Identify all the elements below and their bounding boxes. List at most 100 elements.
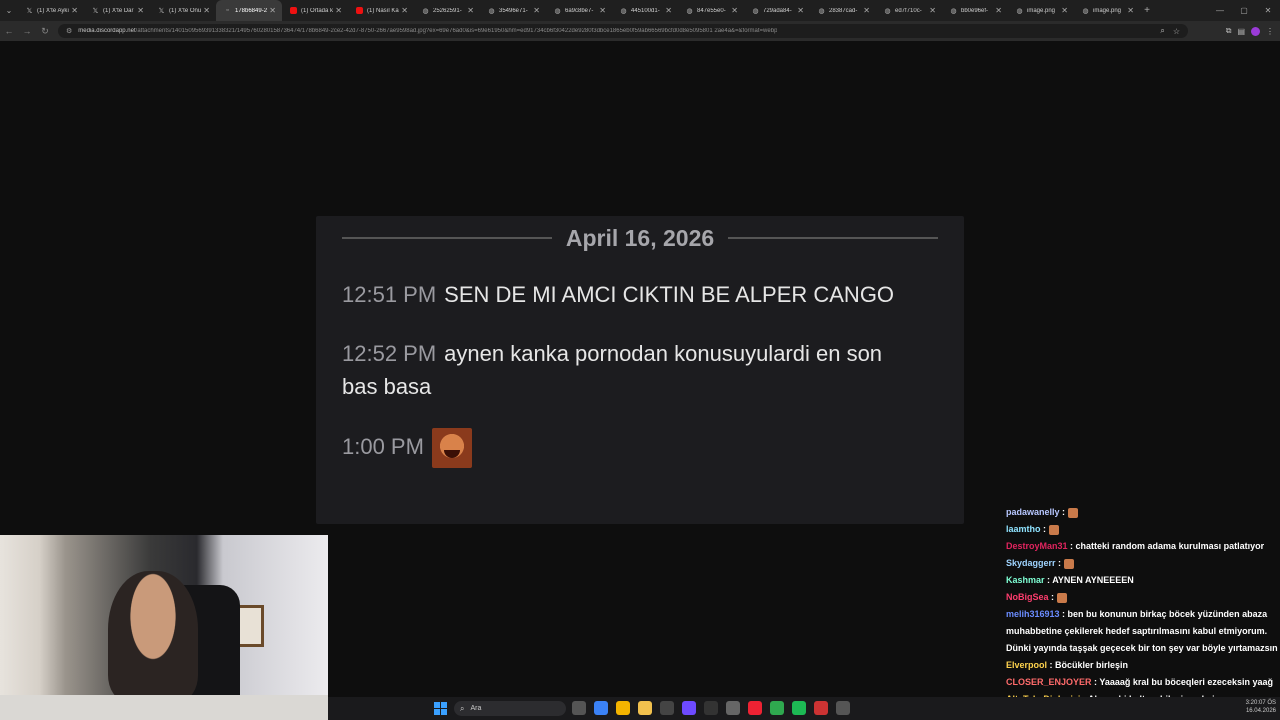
close-tab-icon[interactable]: ✕ <box>731 6 738 15</box>
back-icon[interactable]: ← <box>0 26 18 36</box>
chat-text: AYNEN AYNEEEEN <box>1052 575 1134 585</box>
browser-tab[interactable]: ◍ 35496e71- ✕ <box>480 0 546 21</box>
copilot-icon[interactable] <box>594 701 608 715</box>
tab-title: ed7f710c- <box>895 7 922 14</box>
close-tab-icon[interactable]: ✕ <box>995 6 1002 15</box>
app-icon[interactable] <box>748 701 762 715</box>
minimize-icon[interactable]: — <box>1208 0 1232 21</box>
globe-icon: ◍ <box>1082 7 1089 15</box>
globe-icon: ◍ <box>884 7 891 15</box>
close-window-icon[interactable]: ✕ <box>1256 0 1280 21</box>
browser-tab[interactable]: (1) Nasıl Ka ✕ <box>348 0 414 21</box>
browser-tab[interactable]: ◍ 847e55e0- ✕ <box>678 0 744 21</box>
close-tab-icon[interactable]: ✕ <box>335 6 342 15</box>
chat-username[interactable]: CLOSER_ENJOYER <box>1006 677 1092 687</box>
taskbar-apps <box>572 701 850 715</box>
chrome-icon[interactable] <box>616 701 630 715</box>
close-tab-icon[interactable]: ✕ <box>269 6 276 15</box>
browser-tab[interactable]: ◍ ed7f710c- ✕ <box>876 0 942 21</box>
app-icon[interactable] <box>726 701 740 715</box>
x-logo-icon: 𝕏 <box>158 7 165 15</box>
chat-username[interactable]: laamtho <box>1006 524 1041 534</box>
bookmark-star-icon[interactable]: ☆ <box>1173 27 1180 36</box>
browser-tab[interactable]: ◍ 445100d1- ✕ <box>612 0 678 21</box>
close-tab-icon[interactable]: ✕ <box>533 6 540 15</box>
taskbar-search[interactable]: ⌕ Ara <box>454 701 566 716</box>
close-tab-icon[interactable]: ✕ <box>797 6 804 15</box>
browser-tab[interactable]: 𝕏 (1) X'te Onu ✕ <box>150 0 216 21</box>
close-tab-icon[interactable]: ✕ <box>71 6 78 15</box>
date-label: April 16, 2026 <box>565 224 715 251</box>
close-tab-icon[interactable]: ✕ <box>1061 6 1068 15</box>
close-tab-icon[interactable]: ✕ <box>203 6 210 15</box>
menu-icon[interactable]: ⋮ <box>1266 27 1274 36</box>
globe-icon: ◍ <box>620 7 627 15</box>
chat-username[interactable]: melih316913 <box>1006 609 1060 619</box>
browser-tab[interactable]: ◍ 25262591- ✕ <box>414 0 480 21</box>
browser-tab[interactable]: ▫ 178b6849-2c ✕ <box>216 0 282 21</box>
chat-username[interactable]: padawanelly <box>1006 507 1060 517</box>
extension-icon[interactable]: ▤ <box>1237 27 1245 36</box>
message-text-line2: bas basa <box>342 374 432 399</box>
chat-message: Skydaggerr : <box>1006 555 1278 572</box>
browser-tab[interactable]: ◍ 6a9c8be7- ✕ <box>546 0 612 21</box>
globe-icon: ◍ <box>1016 7 1023 15</box>
close-tab-icon[interactable]: ✕ <box>665 6 672 15</box>
app-icon[interactable] <box>836 701 850 715</box>
tab-title: 729ada84- <box>763 7 792 14</box>
x-logo-icon: 𝕏 <box>92 7 99 15</box>
browser-tab[interactable]: ◍ bb0e96ef- ✕ <box>942 0 1008 21</box>
chat-message: DestroyMan31 : chatteki random adama kur… <box>1006 541 1265 551</box>
close-tab-icon[interactable]: ✕ <box>401 6 408 15</box>
tab-title: (1) X'te Dar <box>103 7 134 14</box>
browser-tab[interactable]: 𝕏 (1) X'te Aykı ✕ <box>18 0 84 21</box>
app-icon[interactable] <box>660 701 674 715</box>
profile-avatar[interactable] <box>1251 26 1260 36</box>
chat-username[interactable]: Kashmar <box>1006 575 1045 585</box>
chat-username[interactable]: Elverpool <box>1006 660 1047 670</box>
globe-icon: ◍ <box>686 7 693 15</box>
browser-tab[interactable]: (1) Ortada k ✕ <box>282 0 348 21</box>
chat-message: NoBigSea : <box>1006 589 1278 606</box>
maximize-icon[interactable]: ▢ <box>1232 0 1256 21</box>
close-tab-icon[interactable]: ✕ <box>137 6 144 15</box>
browser-tab[interactable]: ◍ 729ada84- ✕ <box>744 0 810 21</box>
browser-tab[interactable]: ◍ image.png ✕ <box>1008 0 1074 21</box>
app-icon[interactable] <box>704 701 718 715</box>
message-time: 12:51 PM <box>342 282 437 307</box>
whatsapp-icon[interactable] <box>770 701 784 715</box>
tab-title: (1) Ortada k <box>301 7 334 14</box>
forward-icon[interactable]: → <box>18 26 36 36</box>
windows-start-icon[interactable] <box>434 702 447 715</box>
system-clock[interactable]: 3:20:07 ÖS 16.04.2026 <box>1246 699 1276 715</box>
close-tab-icon[interactable]: ✕ <box>863 6 870 15</box>
chat-username[interactable]: Skydaggerr <box>1006 558 1056 568</box>
app-icon[interactable] <box>814 701 828 715</box>
chat-username[interactable]: DestroyMan31 <box>1006 541 1068 551</box>
new-tab-icon[interactable]: + <box>1140 5 1154 16</box>
close-tab-icon[interactable]: ✕ <box>467 6 474 15</box>
tab-title: (1) X'te Onu <box>169 7 202 14</box>
address-bar[interactable]: ⚙ media.discordapp.net/attachments/14015… <box>58 24 1188 38</box>
spotify-icon[interactable] <box>792 701 806 715</box>
close-tab-icon[interactable]: ✕ <box>1127 6 1134 15</box>
file-explorer-icon[interactable] <box>638 701 652 715</box>
site-info-icon[interactable]: ⚙ <box>66 27 72 35</box>
tab-title: 25262591- <box>433 7 462 14</box>
divider-line-right <box>728 237 938 239</box>
reload-icon[interactable]: ↻ <box>36 26 54 37</box>
close-tab-icon[interactable]: ✕ <box>599 6 606 15</box>
window-controls: — ▢ ✕ <box>1208 0 1280 21</box>
extensions-icon[interactable]: ⧉ <box>1226 26 1232 36</box>
tab-search-icon[interactable]: ⌄ <box>0 0 18 21</box>
task-view-icon[interactable] <box>572 701 586 715</box>
chat-username[interactable]: NoBigSea <box>1006 592 1049 602</box>
clock-date: 16.04.2026 <box>1245 708 1276 714</box>
browser-tab[interactable]: 𝕏 (1) X'te Dar ✕ <box>84 0 150 21</box>
browser-tab[interactable]: ◍ 28387cad- ✕ <box>810 0 876 21</box>
discord-icon[interactable] <box>682 701 696 715</box>
globe-icon: ◍ <box>554 7 561 15</box>
zoom-icon[interactable]: ⌕ <box>1160 26 1164 36</box>
browser-tab[interactable]: ◍ image.png ✕ <box>1074 0 1140 21</box>
close-tab-icon[interactable]: ✕ <box>929 6 936 15</box>
